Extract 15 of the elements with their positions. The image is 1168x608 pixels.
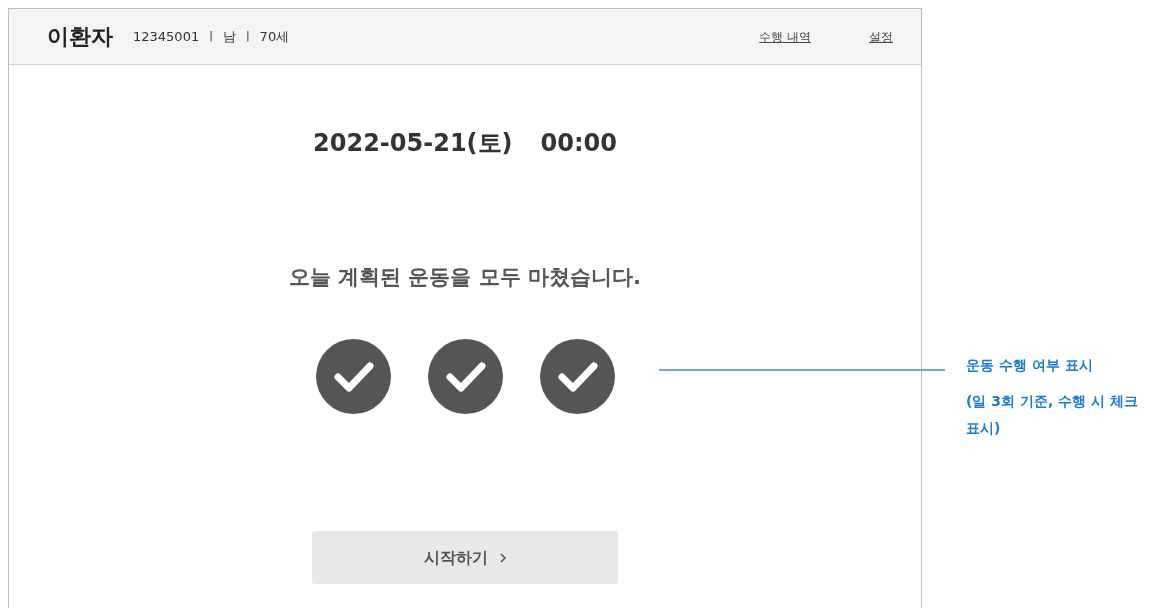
date-text: 2022-05-21(토) xyxy=(313,128,513,159)
patient-id: 12345001 xyxy=(133,27,200,46)
patient-age: 70세 xyxy=(259,27,290,46)
patient-name: 이환자 xyxy=(47,23,113,51)
separator: | xyxy=(245,28,250,45)
completion-message: 오늘 계획된 운동을 모두 마쳤습니다. xyxy=(288,264,642,292)
time-text: 00:00 xyxy=(540,128,617,159)
separator: | xyxy=(209,28,213,45)
header-link[interactable]: 수행 내역 xyxy=(759,27,811,46)
annotation-title: 운동 수행 여부 표시 xyxy=(966,356,1094,375)
chevron-right-icon xyxy=(500,552,506,563)
header-link[interactable]: 설정 xyxy=(869,27,893,46)
annotation-note: (일 3회 기준, 수행 시 체크 표시) xyxy=(966,392,1139,438)
patient-sex: 남 xyxy=(222,27,236,46)
start-button[interactable]: 시작하기 xyxy=(312,531,618,584)
